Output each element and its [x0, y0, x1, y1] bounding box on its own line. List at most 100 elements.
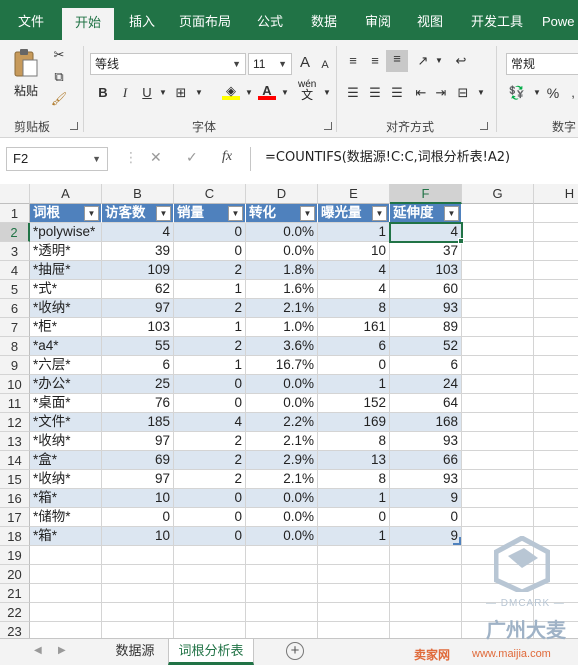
tab-insert[interactable]: 插入: [120, 0, 164, 40]
table-cell-a10[interactable]: *办公*: [30, 375, 102, 394]
grid-cell[interactable]: [390, 565, 462, 584]
table-cell-b6[interactable]: 97: [102, 299, 174, 318]
table-cell-a2[interactable]: *polywise*: [30, 223, 102, 242]
grid-cell[interactable]: [462, 394, 534, 413]
table-cell-a8[interactable]: *a4*: [30, 337, 102, 356]
grid-cell[interactable]: [174, 565, 246, 584]
wrap-text-icon[interactable]: ↩: [452, 52, 470, 70]
tab-home[interactable]: 开始: [62, 8, 114, 40]
grid-cell[interactable]: [462, 261, 534, 280]
grid-cell[interactable]: [318, 565, 390, 584]
enter-icon[interactable]: ✓: [186, 149, 198, 166]
table-cell-c11[interactable]: 0: [174, 394, 246, 413]
name-box[interactable]: F2 ▼: [6, 147, 108, 171]
column-header-a[interactable]: A: [30, 184, 102, 204]
table-cell-b14[interactable]: 69: [102, 451, 174, 470]
grid-cell[interactable]: [534, 432, 578, 451]
grid-cell[interactable]: [534, 318, 578, 337]
grid-cell[interactable]: [534, 413, 578, 432]
grid-cell[interactable]: [174, 546, 246, 565]
decrease-font-icon[interactable]: A: [316, 56, 334, 74]
comma-style-icon[interactable]: ,: [564, 84, 578, 102]
table-cell-b12[interactable]: 185: [102, 413, 174, 432]
grid-cell[interactable]: [246, 546, 318, 565]
grid-cell[interactable]: [462, 413, 534, 432]
table-cell-d13[interactable]: 2.1%: [246, 432, 318, 451]
chevron-down-icon[interactable]: ▼: [318, 84, 336, 102]
column-header-f[interactable]: F: [390, 184, 462, 204]
grid-cell[interactable]: [102, 603, 174, 622]
table-cell-f16[interactable]: 9: [390, 489, 462, 508]
table-cell-b11[interactable]: 76: [102, 394, 174, 413]
table-cell-e9[interactable]: 0: [318, 356, 390, 375]
row-header-5[interactable]: 5: [0, 280, 30, 299]
insert-function-button[interactable]: fx: [222, 149, 232, 165]
grid-cell[interactable]: [462, 318, 534, 337]
table-cell-c4[interactable]: 2: [174, 261, 246, 280]
grid-cell[interactable]: [30, 603, 102, 622]
table-cell-b16[interactable]: 10: [102, 489, 174, 508]
table-cell-e4[interactable]: 4: [318, 261, 390, 280]
chevron-down-icon[interactable]: ▼: [190, 84, 208, 102]
row-header-21[interactable]: 21: [0, 584, 30, 603]
table-cell-f11[interactable]: 64: [390, 394, 462, 413]
table-cell-a14[interactable]: *盒*: [30, 451, 102, 470]
grid-cell[interactable]: [534, 204, 578, 223]
row-header-23[interactable]: 23: [0, 622, 30, 638]
table-cell-c15[interactable]: 2: [174, 470, 246, 489]
chevron-down-icon[interactable]: ▼: [472, 84, 490, 102]
percent-button[interactable]: %: [544, 84, 562, 102]
grid-cell[interactable]: [462, 375, 534, 394]
font-color-icon[interactable]: A: [258, 82, 276, 100]
scroll-right-icon[interactable]: ▶: [58, 645, 66, 656]
table-cell-f5[interactable]: 60: [390, 280, 462, 299]
grid-cell[interactable]: [534, 508, 578, 527]
align-center-icon[interactable]: ☰: [366, 84, 384, 102]
scroll-left-icon[interactable]: ◀: [34, 645, 42, 656]
table-cell-b7[interactable]: 103: [102, 318, 174, 337]
grid-cell[interactable]: [102, 565, 174, 584]
table-cell-d7[interactable]: 1.0%: [246, 318, 318, 337]
grid-cell[interactable]: [390, 603, 462, 622]
tab-formulas[interactable]: 公式: [250, 0, 290, 40]
table-cell-a12[interactable]: *文件*: [30, 413, 102, 432]
table-cell-b10[interactable]: 25: [102, 375, 174, 394]
format-painter-icon[interactable]: 🖌: [50, 90, 68, 108]
table-cell-e11[interactable]: 152: [318, 394, 390, 413]
table-cell-c2[interactable]: 0: [174, 223, 246, 242]
table-cell-a9[interactable]: *六层*: [30, 356, 102, 375]
table-cell-e15[interactable]: 8: [318, 470, 390, 489]
table-cell-b13[interactable]: 97: [102, 432, 174, 451]
table-cell-d15[interactable]: 2.1%: [246, 470, 318, 489]
table-cell-b9[interactable]: 6: [102, 356, 174, 375]
table-cell-b15[interactable]: 97: [102, 470, 174, 489]
phonetic-guide-icon[interactable]: wén 文: [298, 80, 316, 102]
table-cell-d18[interactable]: 0.0%: [246, 527, 318, 546]
grid-cell[interactable]: [390, 546, 462, 565]
row-header-3[interactable]: 3: [0, 242, 30, 261]
table-cell-d16[interactable]: 0.0%: [246, 489, 318, 508]
bold-button[interactable]: B: [94, 84, 112, 102]
filter-dropdown-icon[interactable]: ▼: [444, 206, 459, 221]
chevron-down-icon[interactable]: ▼: [240, 84, 258, 102]
grid-cell[interactable]: [462, 508, 534, 527]
table-cell-c17[interactable]: 0: [174, 508, 246, 527]
filter-dropdown-icon[interactable]: ▼: [372, 206, 387, 221]
align-bottom-icon[interactable]: ≡: [386, 50, 408, 72]
table-cell-c13[interactable]: 2: [174, 432, 246, 451]
alignment-launcher-icon[interactable]: [480, 122, 488, 130]
grid-cell[interactable]: [534, 242, 578, 261]
column-header-c[interactable]: C: [174, 184, 246, 204]
increase-indent-icon[interactable]: ⇥: [432, 84, 450, 102]
font-name-select[interactable]: 等线 ▼: [90, 53, 246, 75]
grid-cell[interactable]: [102, 622, 174, 638]
clipboard-launcher-icon[interactable]: [70, 122, 78, 130]
table-cell-d3[interactable]: 0.0%: [246, 242, 318, 261]
grid-cell[interactable]: [534, 470, 578, 489]
table-header-cell[interactable]: 销量 ▼: [174, 204, 246, 223]
table-cell-e18[interactable]: 1: [318, 527, 390, 546]
grid-cell[interactable]: [462, 223, 534, 242]
filter-dropdown-icon[interactable]: ▼: [156, 206, 171, 221]
row-header-9[interactable]: 9: [0, 356, 30, 375]
paste-label[interactable]: 粘贴: [14, 82, 38, 99]
